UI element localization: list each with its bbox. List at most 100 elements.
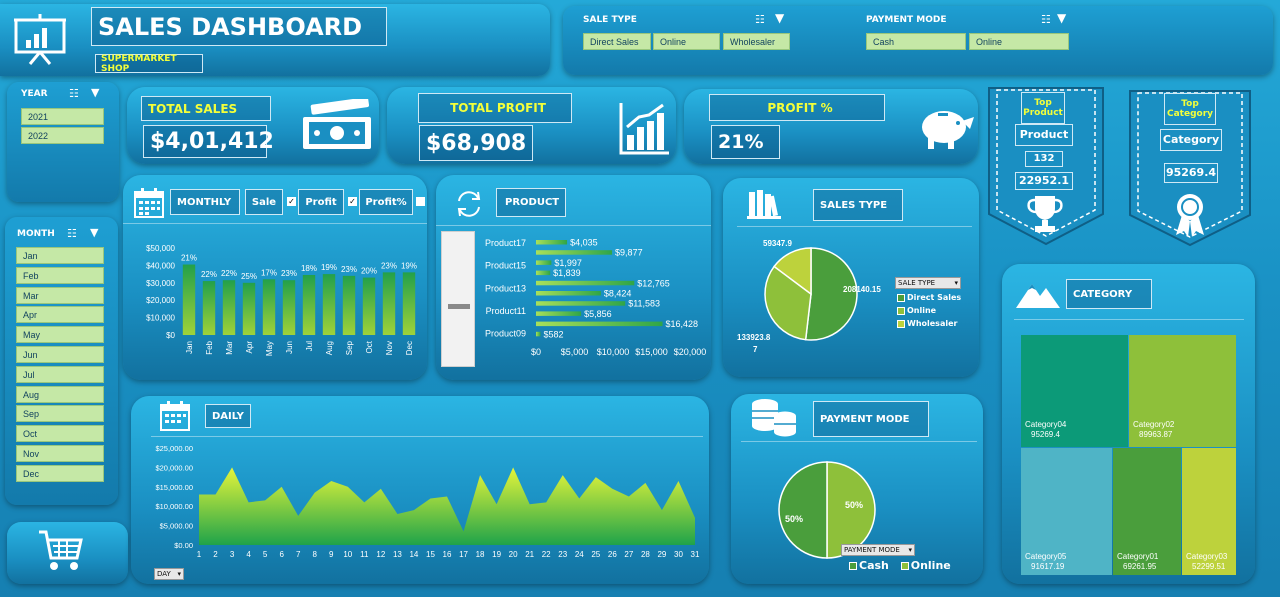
sales-type-filter-label: SALE TYPE [898, 279, 936, 287]
x-tick-label: 11 [360, 550, 369, 559]
slicer-item-month[interactable]: May [16, 326, 104, 344]
product-scrollbar[interactable] [441, 231, 475, 367]
x-tick-label: Jun [285, 341, 294, 354]
toggle-sale[interactable]: Sale [245, 189, 283, 215]
treemap-value: 91617.19 [1031, 562, 1065, 571]
x-tick-label: 21 [525, 550, 534, 559]
y-tick-label: $25,000.00 [155, 444, 193, 453]
clear-filter-icon[interactable]: ▼ [91, 86, 99, 99]
slicer-item-month[interactable]: Oct [16, 425, 104, 443]
multiselect-icon[interactable]: ☷ [67, 227, 77, 240]
x-tick-label: 5 [263, 550, 268, 559]
header-panel: SALES DASHBOARD SUPERMARKET SHOP [0, 4, 550, 76]
x-tick-label: 9 [329, 550, 334, 559]
payment-mode-filter-dropdown[interactable]: PAYMENT MODE ▾ [841, 544, 915, 556]
top-product-heading: Top Product [1021, 92, 1065, 124]
product-chart-panel: PRODUCT $4,035 $9,877 $1,997 $1,839 $12,765 $… [436, 175, 711, 380]
top-product-id: 132 [1025, 151, 1063, 167]
y-tick-label: $10,000 [146, 314, 175, 323]
day-filter-dropdown[interactable]: DAY ▾ [154, 568, 184, 580]
bar [362, 277, 376, 335]
treemap-label: Category02 [1133, 420, 1175, 429]
category-treemap: Category04 95269.4 Category02 89963.87 Categ… [1021, 335, 1236, 575]
month-slicer-title: MONTH [17, 229, 55, 239]
total-sales-card: TOTAL SALES $4,01,412 [127, 87, 379, 164]
calendar-icon [159, 400, 191, 436]
slicer-item-month[interactable]: Nov [16, 445, 104, 462]
clear-filter-icon[interactable]: ▼ [775, 11, 784, 25]
multiselect-icon[interactable]: ☷ [755, 13, 765, 26]
clear-filter-icon[interactable]: ▼ [90, 226, 98, 239]
slicer-item-month[interactable]: Jul [16, 365, 104, 383]
bar [382, 272, 396, 335]
data-label: 21% [181, 254, 197, 263]
profit-pct-card: PROFIT % 21% [684, 89, 978, 164]
bar [536, 280, 635, 286]
treemap-label: Category01 [1117, 552, 1159, 561]
y-tick-label: $50,000 [146, 244, 175, 253]
y-tick-label: $30,000 [146, 279, 175, 288]
data-label: 133923.8 [737, 333, 771, 342]
slicer-item-month[interactable]: Dec [16, 464, 104, 482]
top-category-heading: Top Category [1164, 93, 1216, 125]
slicer-item-online[interactable]: Online [653, 33, 720, 50]
dashboard-subtitle-text: SUPERMARKET SHOP [101, 53, 177, 74]
sale-checkbox[interactable]: ✓ [287, 197, 296, 206]
slicer-item-month[interactable]: Apr [16, 306, 104, 324]
bar [536, 270, 551, 276]
profit-pct-checkbox[interactable] [416, 197, 425, 206]
x-tick-label: 6 [279, 550, 284, 559]
slicer-item-month[interactable]: Mar [16, 286, 104, 304]
clear-filter-icon[interactable]: ▼ [1057, 11, 1066, 25]
slicer-item-wholesaler[interactable]: Wholesaler [723, 33, 790, 50]
scrollbar-thumb[interactable] [448, 304, 470, 309]
data-label: 19% [401, 261, 417, 270]
data-label: 59347.9 [763, 239, 792, 248]
bar [342, 275, 356, 335]
slicer-item-month[interactable]: Jan [16, 247, 104, 264]
x-tick-label: $0 [531, 347, 541, 357]
slicer-item-month[interactable]: Aug [16, 385, 104, 403]
data-label: 18% [301, 264, 317, 273]
presentation-icon [12, 14, 68, 70]
x-tick-label: 15 [426, 550, 435, 559]
multiselect-icon[interactable]: ☷ [1041, 13, 1051, 26]
toggle-profit[interactable]: Profit [298, 189, 344, 215]
legend-item-cash: Cash [849, 559, 889, 572]
data-label: 7 [753, 345, 758, 354]
bar [536, 260, 552, 265]
slicer-item-2021[interactable]: 2021 [21, 108, 104, 125]
top-category-heading-text: Top Category [1166, 99, 1213, 119]
x-tick-label: $20,000 [674, 347, 707, 357]
bar [536, 321, 663, 327]
trophy-icon [1027, 194, 1063, 238]
slicer-item-cash[interactable]: Cash [866, 33, 966, 50]
x-tick-label: $5,000 [561, 347, 589, 357]
x-tick-label: 31 [691, 550, 700, 559]
toggle-profit-pct[interactable]: Profit% [359, 189, 413, 215]
mountain-icon [1014, 278, 1062, 314]
y-tick-label: $5,000.00 [160, 522, 193, 531]
slicer-item-direct-sales[interactable]: Direct Sales [583, 33, 651, 50]
data-label: 23% [381, 261, 397, 270]
multiselect-icon[interactable]: ☷ [69, 87, 79, 100]
dashboard-subtitle: SUPERMARKET SHOP [95, 53, 203, 74]
x-tick-label: 20 [509, 550, 518, 559]
x-tick-label: Oct [365, 340, 374, 353]
slicer-item-month[interactable]: Feb [16, 266, 104, 284]
books-icon [747, 188, 781, 224]
pie-slice [804, 247, 858, 341]
slicer-item-2022[interactable]: 2022 [21, 127, 104, 144]
slicer-item-month[interactable]: Jun [16, 346, 104, 363]
slicer-item-payment-online[interactable]: Online [969, 33, 1069, 50]
x-tick-label: 1 [197, 550, 202, 559]
legend-item-direct-sales: Direct Sales [897, 291, 961, 304]
profit-checkbox[interactable]: ✓ [348, 197, 357, 206]
legend-item-online: Online [897, 304, 961, 317]
bar [282, 280, 296, 335]
slicer-item-month[interactable]: Sep [16, 405, 104, 423]
x-tick-label: Sep [345, 340, 354, 355]
y-tick-label: Product17 [485, 238, 526, 248]
x-tick-label: 10 [343, 550, 352, 559]
sales-type-filter-dropdown[interactable]: SALE TYPE ▾ [895, 277, 961, 289]
